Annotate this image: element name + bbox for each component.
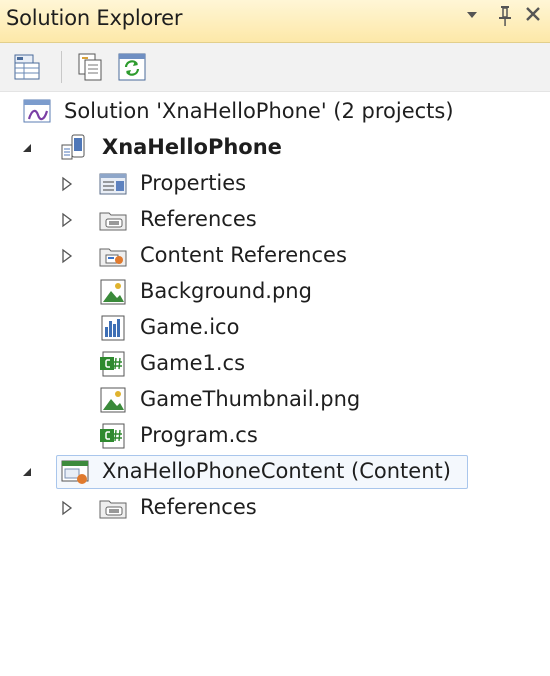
show-all-files-button[interactable]	[74, 51, 106, 83]
references-folder-icon	[98, 205, 128, 235]
project-label: XnaHelloPhoneContent (Content)	[102, 459, 451, 483]
item-label: Game1.cs	[140, 351, 246, 375]
title-bar: Solution Explorer	[0, 0, 550, 43]
references-folder-icon	[98, 493, 128, 523]
image-file-icon	[98, 277, 128, 307]
collapse-arrow-icon[interactable]	[20, 464, 34, 480]
csharp-file-icon	[98, 349, 128, 379]
project-label: XnaHelloPhone	[102, 135, 282, 159]
solution-icon	[22, 97, 52, 127]
window-title: Solution Explorer	[6, 6, 183, 30]
close-icon	[526, 7, 540, 21]
csharp-file-icon	[98, 421, 128, 451]
tree-node-solution[interactable]: Solution 'XnaHelloPhone' (2 projects)	[0, 94, 550, 130]
show-all-files-icon	[78, 53, 102, 81]
expand-arrow-icon[interactable]	[60, 212, 74, 228]
item-label: Properties	[140, 171, 247, 195]
image-file-icon	[98, 385, 128, 415]
tree-node-gamethumbnail-png[interactable]: GameThumbnail.png	[0, 382, 550, 418]
tree-node-project-xnahellophonecontent[interactable]: XnaHelloPhoneContent (Content)	[0, 454, 550, 490]
content-references-folder-icon	[98, 241, 128, 271]
item-label: Content References	[140, 243, 347, 267]
item-label: References	[140, 495, 257, 519]
properties-grid-icon	[14, 54, 40, 80]
tree-node-game1-cs[interactable]: Game1.cs	[0, 346, 550, 382]
tree-node-program-cs[interactable]: Program.cs	[0, 418, 550, 454]
close-button[interactable]	[524, 3, 542, 31]
expand-arrow-icon[interactable]	[60, 500, 74, 516]
expand-arrow-icon[interactable]	[60, 248, 74, 264]
tree-node-content-references[interactable]: Content References	[0, 238, 550, 274]
window-dropdown-button[interactable]	[466, 7, 478, 27]
properties-folder-icon	[98, 169, 128, 199]
ico-file-icon	[98, 313, 128, 343]
item-label: References	[140, 207, 257, 231]
item-label: Background.png	[140, 279, 312, 303]
tree-node-background-png[interactable]: Background.png	[0, 274, 550, 310]
toolbar	[0, 43, 550, 92]
collapse-arrow-icon[interactable]	[20, 140, 34, 156]
solution-label: Solution 'XnaHelloPhone' (2 projects)	[64, 99, 454, 123]
pin-button[interactable]	[498, 5, 512, 32]
expand-arrow-icon[interactable]	[60, 176, 74, 192]
tree-node-game-ico[interactable]: Game.ico	[0, 310, 550, 346]
content-project-icon	[60, 457, 90, 487]
pin-icon	[499, 6, 511, 26]
tree-node-references[interactable]: References	[0, 202, 550, 238]
phone-project-icon	[60, 133, 90, 163]
dropdown-arrow-icon	[467, 12, 477, 18]
item-label: Program.cs	[140, 423, 258, 447]
properties-button[interactable]	[12, 51, 44, 83]
item-label: GameThumbnail.png	[140, 387, 361, 411]
item-label: Game.ico	[140, 315, 240, 339]
refresh-icon	[118, 53, 146, 81]
toolbar-separator	[61, 51, 62, 83]
tree-node-properties[interactable]: Properties	[0, 166, 550, 202]
tree-node-project-xnahellophone[interactable]: XnaHelloPhone	[0, 130, 550, 166]
refresh-button[interactable]	[116, 51, 148, 83]
tree-node-content-references-folder[interactable]: References	[0, 490, 550, 526]
